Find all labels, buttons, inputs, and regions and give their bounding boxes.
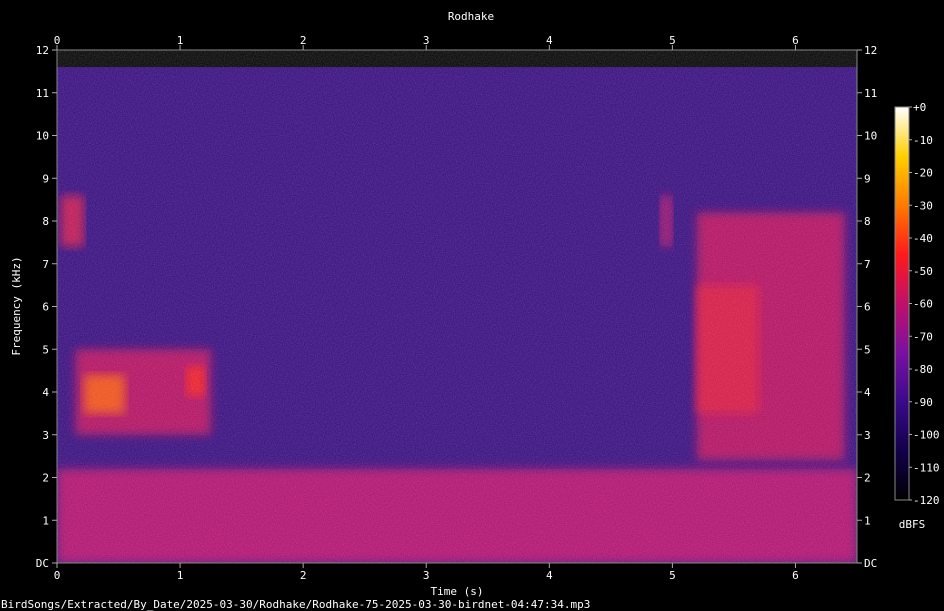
y-tick-label-left-4: 4 <box>42 386 49 399</box>
colorbar-tick-label-3: -30 <box>913 199 933 212</box>
y-tick-label-right-10: 10 <box>864 130 877 143</box>
x-tick-label-bottom-6: 6 <box>792 569 799 582</box>
y-tick-label-left-1: 1 <box>42 514 49 527</box>
x-axis-label: Time (s) <box>431 585 484 598</box>
x-tick-label-bottom-3: 3 <box>423 569 430 582</box>
x-tick-label-bottom-5: 5 <box>669 569 676 582</box>
y-tick-label-left-11: 11 <box>36 87 49 100</box>
y-tick-label-right-1: 1 <box>864 514 871 527</box>
chart-title: Rodhake <box>448 10 494 23</box>
x-tick-label-bottom-4: 4 <box>546 569 553 582</box>
x-tick-label-top-4: 4 <box>546 34 553 47</box>
colorbar-tick-label-1: -10 <box>913 134 933 147</box>
y-tick-label-left-9: 9 <box>42 172 49 185</box>
colorbar-tick-label-8: -80 <box>913 363 933 376</box>
x-tick-label-bottom-2: 2 <box>300 569 307 582</box>
y-tick-label-left-5: 5 <box>42 343 49 356</box>
x-tick-label-top-0: 0 <box>54 34 61 47</box>
y-tick-label-left-6: 6 <box>42 301 49 314</box>
y-axis-right: DC123456789101112 <box>857 44 877 570</box>
y-tick-label-left-8: 8 <box>42 215 49 228</box>
y-tick-label-right-4: 4 <box>864 386 871 399</box>
y-axis-left: DC123456789101112 <box>36 44 57 570</box>
colorbar-tick-label-12: -120 <box>913 494 940 507</box>
colorbar-tick-label-7: -70 <box>913 330 933 343</box>
x-tick-label-top-2: 2 <box>300 34 307 47</box>
colorbar-tick-label-0: +0 <box>913 101 926 114</box>
y-tick-label-left-3: 3 <box>42 429 49 442</box>
x-tick-label-top-1: 1 <box>177 34 184 47</box>
colorbar-tick-label-5: -50 <box>913 265 933 278</box>
y-tick-label-left-0: DC <box>36 557 49 570</box>
colorbar-tick-label-10: -100 <box>913 429 940 442</box>
y-tick-label-right-11: 11 <box>864 87 877 100</box>
x-tick-label-bottom-0: 0 <box>54 569 61 582</box>
x-tick-label-top-5: 5 <box>669 34 676 47</box>
noise-texture <box>57 50 857 563</box>
colorbar-tick-label-11: -110 <box>913 461 940 474</box>
colorbar-tick-label-2: -20 <box>913 167 933 180</box>
y-tick-label-right-7: 7 <box>864 258 871 271</box>
y-tick-label-left-2: 2 <box>42 472 49 485</box>
y-tick-label-right-9: 9 <box>864 172 871 185</box>
y-tick-label-right-6: 6 <box>864 301 871 314</box>
y-tick-label-right-8: 8 <box>864 215 871 228</box>
colorbar-tick-label-4: -40 <box>913 232 933 245</box>
y-tick-label-left-7: 7 <box>42 258 49 271</box>
y-tick-label-left-10: 10 <box>36 130 49 143</box>
y-tick-label-right-12: 12 <box>864 44 877 57</box>
x-tick-label-top-6: 6 <box>792 34 799 47</box>
plot-area <box>57 50 857 563</box>
x-tick-label-bottom-1: 1 <box>177 569 184 582</box>
y-tick-label-right-3: 3 <box>864 429 871 442</box>
y-axis-label: Frequency (kHz) <box>10 256 23 355</box>
y-tick-label-right-0: DC <box>864 557 877 570</box>
colorbar-tick-label-9: -90 <box>913 396 933 409</box>
colorbar-label: dBFS <box>899 518 926 531</box>
x-axis-bottom: 0 1 2 3 4 5 6 <box>54 563 799 582</box>
spectrogram-chart: Rodhake 0123456 0123456 DC12345678910111… <box>1 10 940 611</box>
colorbar-ticks: +0 -10 -20 -30 -40 -50 -60 -70 -80 -90 -100 -110 -12… <box>909 101 940 507</box>
y-tick-label-left-12: 12 <box>36 44 49 57</box>
x-axis-top: 0 1 2 3 4 5 6 <box>54 34 799 50</box>
y-tick-label-right-5: 5 <box>864 343 871 356</box>
y-tick-label-right-2: 2 <box>864 472 871 485</box>
colorbar-tick-label-6: -60 <box>913 298 933 311</box>
x-tick-label-top-3: 3 <box>423 34 430 47</box>
file-path: BirdSongs/Extracted/By_Date/2025-03-30/R… <box>1 598 590 611</box>
colorbar <box>894 106 910 501</box>
